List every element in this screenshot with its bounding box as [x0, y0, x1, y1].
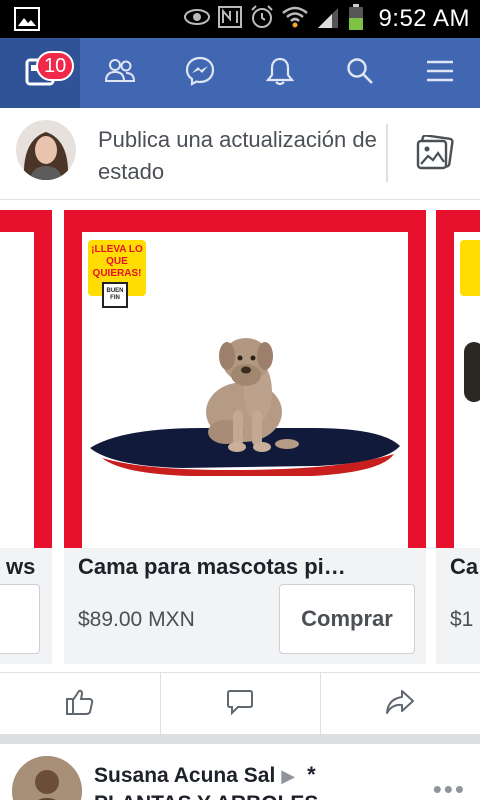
search-icon: [346, 57, 374, 90]
feed-separator: [0, 734, 480, 744]
like-button[interactable]: [0, 673, 160, 735]
menu-icon: [426, 59, 454, 88]
comment-icon: [226, 688, 254, 721]
nav-friends[interactable]: [80, 38, 160, 108]
avatar[interactable]: [16, 120, 76, 180]
product-title: Ca: [450, 554, 479, 579]
feed-post: Susana Acuna Sal▶* PLANTAS Y ARBOLES •••: [0, 744, 480, 800]
post-actions: [0, 672, 480, 735]
wifi-icon: [282, 5, 309, 34]
arrow-right-icon: ▶: [281, 766, 296, 786]
nav-news-feed[interactable]: 10: [0, 38, 80, 108]
friends-icon: [104, 57, 136, 90]
battery-icon: [348, 3, 364, 35]
product-photo: [464, 342, 480, 402]
promo-badge: [460, 240, 480, 296]
photo-button[interactable]: [410, 132, 460, 178]
eye-icon: [184, 8, 211, 31]
status-composer: Publica una actualización de estado: [0, 108, 480, 200]
post-target[interactable]: PLANTAS Y ARBOLES: [94, 792, 318, 800]
buy-button[interactable]: ar: [0, 584, 40, 654]
dog-bed-image: [90, 338, 400, 476]
divider: [386, 124, 388, 182]
messenger-icon: [185, 56, 215, 91]
post-author[interactable]: Susana Acuna Sal ▶ *: [94, 762, 316, 788]
nav-notifications[interactable]: [240, 38, 320, 108]
product-title[interactable]: Cama para mascotas pi…: [78, 554, 346, 580]
product-image: [436, 210, 480, 548]
image-notification-icon: [14, 7, 40, 36]
nav-menu[interactable]: [400, 38, 480, 108]
product-price: $1: [450, 608, 474, 631]
photo-icon: [416, 133, 454, 176]
signal-icon: [316, 6, 340, 33]
nav-search[interactable]: [320, 38, 400, 108]
product-image: [0, 210, 52, 548]
bell-icon: [265, 56, 295, 91]
share-icon: [385, 689, 415, 720]
share-button[interactable]: [320, 673, 480, 735]
notification-badge: 10: [36, 51, 75, 81]
top-navigation-bar: 10: [0, 38, 480, 108]
alarm-icon: [250, 4, 274, 34]
comment-button[interactable]: [160, 673, 320, 735]
product-card[interactable]: ¡LLEVA LO QUE QUIERAS! BUEN FIN Cama par…: [64, 210, 426, 664]
nav-messenger[interactable]: [160, 38, 240, 108]
product-price: $89.00 MXN: [78, 608, 195, 631]
status-bar: 9:52 AM: [0, 0, 480, 38]
product-image[interactable]: ¡LLEVA LO QUE QUIERAS! BUEN FIN: [64, 210, 426, 548]
avatar[interactable]: [12, 756, 82, 800]
more-icon[interactable]: •••: [433, 774, 466, 800]
buy-button[interactable]: Comprar: [279, 584, 415, 654]
product-title: ws: [6, 554, 36, 579]
product-carousel[interactable]: ws ar ¡LLEVA LO QUE QUIERAS! BUEN FIN: [0, 200, 480, 672]
like-icon: [65, 688, 95, 721]
nfc-icon: [218, 5, 243, 33]
status-time: 9:52 AM: [378, 5, 470, 32]
product-card[interactable]: Ca $1: [436, 210, 480, 664]
status-input[interactable]: Publica una actualización de estado: [98, 124, 378, 188]
product-card[interactable]: ws ar: [0, 210, 52, 664]
